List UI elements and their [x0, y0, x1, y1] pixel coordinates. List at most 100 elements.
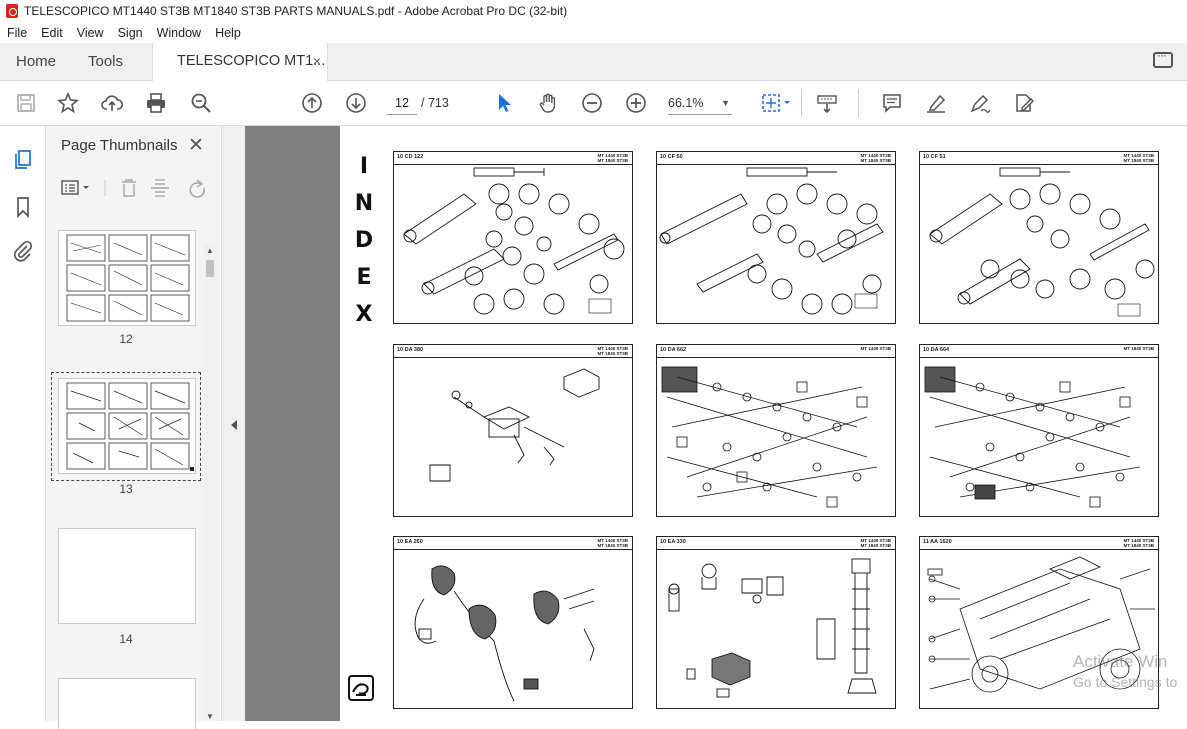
- scrollbar-thumb[interactable]: [206, 260, 214, 277]
- page-thumbnails-panel: Page Thumbnails ✕ 12 13 14 ▲ ▼: [46, 126, 220, 729]
- collapse-arrow-icon[interactable]: [231, 420, 237, 430]
- cell-code: 10 CF 50: [660, 154, 683, 160]
- document-viewer[interactable]: I N D E X 10 CD 122 MT 1440 ST3B MT 1840 …: [245, 126, 1187, 721]
- menu-file[interactable]: File: [0, 26, 34, 40]
- sign-pen-icon[interactable]: [968, 91, 992, 115]
- index-cell[interactable]: 10 DA 664 MT 1840 ST3B: [919, 344, 1159, 517]
- scroll-down-arrow-icon[interactable]: ▼: [206, 712, 214, 721]
- previous-page-icon[interactable]: [300, 91, 324, 115]
- page-thumbnails-icon[interactable]: [12, 148, 34, 170]
- menu-help[interactable]: Help: [208, 26, 248, 40]
- delete-trash-icon[interactable]: [122, 179, 136, 197]
- menu-bar: File Edit View Sign Window Help: [0, 22, 1187, 43]
- thumbnail-page-12[interactable]: [58, 230, 196, 326]
- upload-cloud-icon[interactable]: [100, 91, 124, 115]
- thumbnail-toolbar: [58, 176, 218, 200]
- exploded-parts-drawing: [668, 558, 877, 698]
- panel-collapse-strip[interactable]: [221, 126, 246, 721]
- thumbnail-page-15[interactable]: [58, 678, 196, 729]
- cell-code: 10 DA 664: [923, 347, 950, 353]
- index-letter: E: [356, 265, 372, 290]
- cell-model: MT 1440 ST3B MT 1840 ST3B: [860, 538, 891, 548]
- page-total: / 713: [421, 96, 449, 110]
- exploded-parts-drawing: [659, 167, 884, 315]
- menu-view[interactable]: View: [70, 26, 111, 40]
- cell-code: 10 CF 51: [923, 154, 946, 160]
- thumbnail-label-13: 13: [119, 482, 133, 496]
- cell-model: MT 1440 ST3B MT 1840 ST3B: [1123, 153, 1154, 163]
- tab-close-icon[interactable]: ×: [313, 43, 321, 80]
- cell-model: MT 1440 ST3B MT 1840 ST3B: [860, 153, 891, 163]
- comment-chat-icon[interactable]: [1153, 48, 1173, 68]
- model-line: MT 1840 ST3B: [860, 158, 891, 163]
- tab-document-label: TELESCOPICO MT1...: [177, 53, 326, 69]
- page-number-input[interactable]: 12: [387, 92, 417, 115]
- close-icon[interactable]: ✕: [188, 134, 204, 157]
- cell-model: MT 1440 ST3B MT 1840 ST3B: [597, 153, 628, 163]
- cell-model: MT 1440 ST3B: [860, 346, 891, 351]
- cell-code: 10 EA 260: [397, 539, 423, 545]
- index-cell[interactable]: 10 DA 662 MT 1440 ST3B: [656, 344, 896, 517]
- scroll-mode-icon[interactable]: [815, 91, 839, 115]
- index-cell[interactable]: 10 DA 380 MT 1440 ST3B MT 1840 ST3B: [393, 344, 633, 517]
- windows-activation-watermark: Activate Win Go to Settings to: [1073, 652, 1177, 692]
- thumbnail-label-12: 12: [119, 332, 133, 346]
- model-line: MT 1840 ST3B: [597, 351, 628, 356]
- cell-code: 11 AA 1620: [923, 539, 952, 545]
- thumbnail-page-13[interactable]: [58, 378, 196, 474]
- index-letter: D: [354, 228, 374, 253]
- thumbnail-page-14[interactable]: [58, 528, 196, 624]
- cell-code: 10 DA 380: [397, 347, 424, 353]
- print-icon[interactable]: [144, 91, 168, 115]
- index-cell[interactable]: 10 EA 330 MT 1440 ST3B MT 1840 ST3B: [656, 536, 896, 709]
- tab-bar: Home Tools TELESCOPICO MT1... ×: [0, 43, 1187, 81]
- comment-icon[interactable]: [880, 91, 904, 115]
- index-vertical-title: I N D E X: [352, 148, 376, 333]
- zoom-search-icon[interactable]: [189, 91, 213, 115]
- bookmarks-icon[interactable]: [12, 196, 34, 218]
- title-bar: TELESCOPICO MT1440 ST3B MT1840 ST3B PART…: [0, 0, 1187, 22]
- zoom-level-value: 66.1%: [668, 96, 704, 110]
- pdf-app-icon: [6, 4, 18, 18]
- rotate-icon[interactable]: [189, 179, 206, 198]
- window-title: TELESCOPICO MT1440 ST3B MT1840 ST3B PART…: [24, 4, 568, 18]
- bookmark-star-icon[interactable]: [56, 91, 80, 115]
- zoom-level-select[interactable]: 66.1% ▼: [668, 92, 732, 115]
- select-cursor-icon[interactable]: [492, 91, 516, 115]
- edit-pdf-icon[interactable]: [1012, 91, 1036, 115]
- hand-pan-icon[interactable]: [536, 91, 560, 115]
- scroll-up-arrow-icon[interactable]: ▲: [206, 246, 214, 255]
- zoom-out-icon[interactable]: [580, 91, 604, 115]
- index-cell[interactable]: 10 CD 122 MT 1440 ST3B MT 1840 ST3B: [393, 151, 633, 324]
- thumbnail-options-icon[interactable]: [61, 180, 89, 195]
- model-line: MT 1840 ST3B: [860, 543, 891, 548]
- model-line: MT 1840 ST3B: [597, 543, 628, 548]
- thumbnail-scrollbar[interactable]: ▲ ▼: [204, 244, 216, 721]
- exploded-parts-drawing: [414, 565, 595, 702]
- zoom-in-icon[interactable]: [624, 91, 648, 115]
- save-icon[interactable]: [14, 91, 38, 115]
- cell-model: MT 1440 ST3B MT 1840 ST3B: [1123, 538, 1154, 548]
- manufacturer-logo: [348, 675, 374, 701]
- tab-tools[interactable]: Tools: [88, 43, 123, 80]
- index-letter: X: [355, 302, 373, 327]
- fit-page-icon[interactable]: [760, 91, 794, 115]
- cell-model: MT 1840 ST3B: [1123, 346, 1154, 351]
- menu-sign[interactable]: Sign: [111, 26, 150, 40]
- chevron-down-icon: ▼: [721, 98, 730, 108]
- cell-code: 10 CD 122: [397, 154, 424, 160]
- highlight-pen-icon[interactable]: [924, 91, 948, 115]
- menu-window[interactable]: Window: [150, 26, 208, 40]
- tab-document[interactable]: TELESCOPICO MT1... ×: [152, 43, 328, 81]
- next-page-icon[interactable]: [344, 91, 368, 115]
- index-cell[interactable]: 10 CF 51 MT 1440 ST3B MT 1840 ST3B: [919, 151, 1159, 324]
- exploded-parts-drawing: [661, 366, 878, 508]
- attachments-paperclip-icon[interactable]: [12, 240, 34, 262]
- tab-home[interactable]: Home: [16, 43, 56, 80]
- extract-pages-icon[interactable]: [151, 179, 169, 197]
- index-cell[interactable]: 10 CF 50 MT 1440 ST3B MT 1840 ST3B: [656, 151, 896, 324]
- index-cell[interactable]: 10 EA 260 MT 1440 ST3B MT 1840 ST3B: [393, 536, 633, 709]
- model-line: MT 1840 ST3B: [1123, 543, 1154, 548]
- menu-edit[interactable]: Edit: [34, 26, 70, 40]
- left-navigation-rail: [0, 126, 46, 721]
